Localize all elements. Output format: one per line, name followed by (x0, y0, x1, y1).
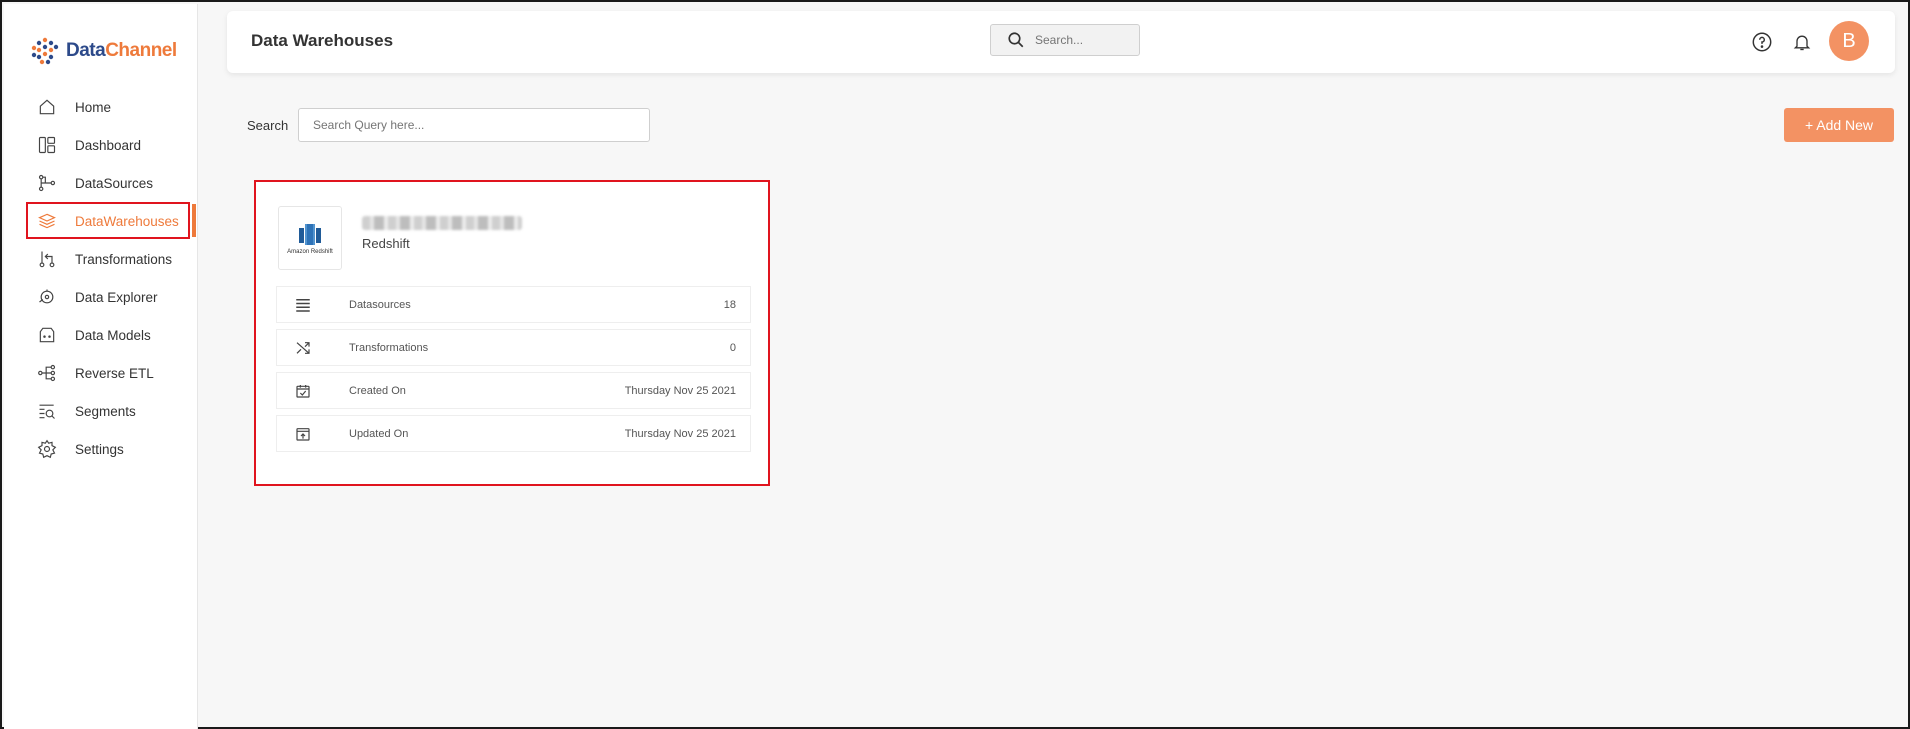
help-icon[interactable] (1750, 30, 1774, 54)
brand-name-part2: Channel (105, 40, 177, 61)
sidebar-item-home[interactable]: Home (4, 88, 198, 126)
transformations-icon (36, 248, 58, 270)
top-header: Data Warehouses B (227, 11, 1895, 73)
row-label: Transformations (349, 341, 429, 354)
shuffle-icon (277, 340, 329, 356)
sidebar-item-label: DataSources (75, 175, 154, 191)
row-value: 18 (723, 298, 736, 311)
row-label: Created On (349, 384, 406, 397)
dashboard-icon (36, 134, 58, 156)
brand-name: DataChannel (66, 40, 177, 62)
query-search-input[interactable] (298, 108, 650, 142)
brand-name-part1: Data (66, 40, 106, 61)
app-window: DataChannel Home Dashboard DataSources D… (0, 0, 1910, 729)
active-nav-indicator (192, 204, 196, 237)
page-title: Data Warehouses (251, 31, 394, 50)
upload-icon (277, 426, 329, 442)
row-value: Thursday Nov 25 2021 (624, 427, 736, 440)
detail-row-datasources: Datasources 18 (276, 286, 751, 323)
active-nav-highlight (26, 202, 190, 239)
sidebar-item-data-explorer[interactable]: Data Explorer (4, 278, 198, 316)
sidebar-item-data-models[interactable]: Data Models (4, 316, 198, 354)
datachannel-logo-icon (31, 37, 59, 65)
row-value: 0 (729, 341, 736, 354)
brand-logo[interactable]: DataChannel (28, 34, 177, 68)
sidebar-item-dashboard[interactable]: Dashboard (4, 126, 198, 164)
sidebar-item-label: Settings (75, 441, 124, 457)
sidebar-item-label: Data Models (75, 327, 151, 343)
sidebar-item-datasources[interactable]: DataSources (4, 164, 198, 202)
sidebar-nav: Home Dashboard DataSources DataWarehouse… (4, 88, 198, 468)
row-label: Datasources (349, 298, 411, 311)
header-search[interactable] (990, 24, 1140, 56)
sidebar-item-label: Segments (75, 403, 136, 419)
sidebar-item-label: Reverse ETL (75, 365, 154, 381)
row-label: Updated On (349, 427, 409, 440)
calendar-check-icon (277, 383, 329, 399)
add-new-button[interactable]: + Add New (1784, 108, 1894, 142)
search-icon (1008, 32, 1024, 48)
search-label: Search (247, 118, 289, 133)
sidebar: DataChannel Home Dashboard DataSources D… (4, 4, 198, 729)
sidebar-item-settings[interactable]: Settings (4, 430, 198, 468)
detail-row-updated-on: Updated On Thursday Nov 25 2021 (276, 415, 751, 452)
reverse-etl-icon (36, 362, 58, 384)
sidebar-item-label: Home (75, 99, 112, 115)
datasources-icon (36, 172, 58, 194)
warehouse-name-blurred (362, 216, 522, 230)
segments-icon (36, 400, 58, 422)
explorer-icon (36, 286, 58, 308)
detail-row-transformations: Transformations 0 (276, 329, 751, 366)
logo-caption: Amazon Redshift (287, 249, 333, 255)
header-search-input[interactable] (1035, 33, 1135, 47)
home-icon (36, 96, 58, 118)
sidebar-item-label: Dashboard (75, 137, 142, 153)
warehouse-card[interactable]: Amazon Redshift Redshift Datasources 18 … (254, 180, 770, 486)
sidebar-item-segments[interactable]: Segments (4, 392, 198, 430)
redshift-icon (299, 224, 321, 245)
warehouse-type: Redshift (362, 236, 410, 251)
detail-row-created-on: Created On Thursday Nov 25 2021 (276, 372, 751, 409)
models-icon (36, 324, 58, 346)
sidebar-item-label: Data Explorer (75, 289, 158, 305)
sidebar-item-reverse-etl[interactable]: Reverse ETL (4, 354, 198, 392)
gear-icon (36, 438, 58, 460)
list-icon (277, 297, 329, 313)
avatar[interactable]: B (1829, 21, 1869, 61)
row-value: Thursday Nov 25 2021 (624, 384, 736, 397)
bell-icon[interactable] (1790, 30, 1814, 54)
sidebar-item-label: Transformations (75, 251, 173, 267)
warehouse-details: Datasources 18 Transformations 0 Created… (276, 286, 751, 458)
sidebar-item-transformations[interactable]: Transformations (4, 240, 198, 278)
redshift-logo: Amazon Redshift (278, 206, 342, 270)
